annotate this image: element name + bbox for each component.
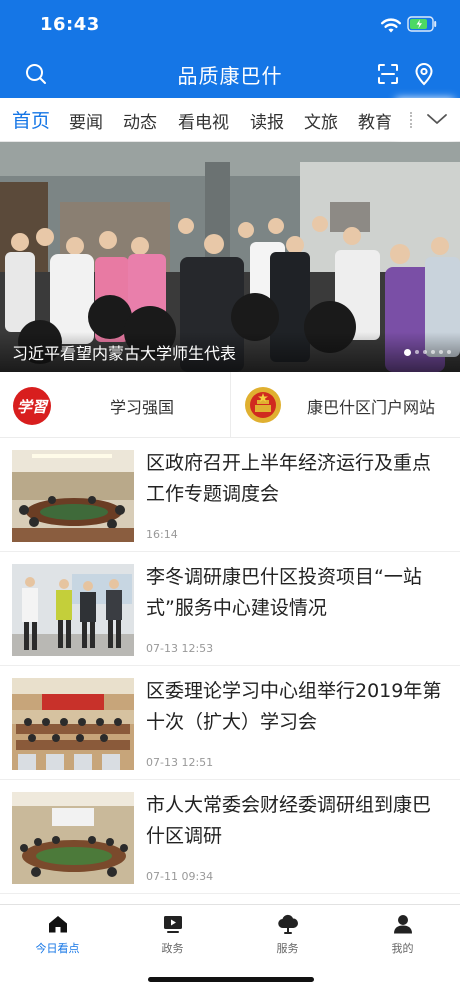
chevron-down-icon[interactable] — [424, 108, 450, 130]
home-icon — [48, 916, 67, 933]
news-list: 区政府召开上半年经济运行及重点工作专题调度会 16:14 李冬调研康巴什区投资项… — [0, 438, 460, 908]
tab-tv[interactable]: 看电视 — [178, 108, 229, 133]
carousel-dot[interactable] — [439, 350, 443, 354]
news-time: 16:14 — [146, 528, 178, 541]
news-thumbnail — [12, 792, 134, 884]
tabs-divider — [410, 112, 412, 128]
news-time: 07-13 12:51 — [146, 756, 214, 769]
banner-caption: 习近平看望内蒙古大学师生代表 — [12, 344, 237, 363]
tab-updates[interactable]: 动态 — [123, 108, 157, 133]
news-item[interactable]: 李冬调研康巴什区投资项目“一站式”服务中心建设情况 07-13 12:53 — [0, 552, 460, 666]
location-icon[interactable] — [412, 62, 436, 86]
news-title: 区委理论学习中心组举行2019年第十次（扩大）学习会 — [146, 680, 442, 733]
headline-banner[interactable]: 习近平看望内蒙古大学师生代表 — [0, 142, 460, 372]
status-time: 16:43 — [40, 14, 100, 35]
nav-label: 今日看点 — [35, 942, 80, 955]
home-indicator — [148, 977, 314, 982]
nav-government[interactable]: 政务 — [115, 911, 230, 961]
nav-services[interactable]: 服务 — [230, 911, 345, 961]
cloud-icon — [277, 914, 298, 934]
news-item[interactable]: 区委理论学习中心组举行2019年第十次（扩大）学习会 07-13 12:51 — [0, 666, 460, 780]
news-title: 市人大常委会财经委调研组到康巴什区调研 — [146, 794, 432, 847]
category-tabs: 首页 要闻 动态 看电视 读报 文旅 教育 — [0, 98, 460, 142]
carousel-dot[interactable] — [404, 349, 411, 356]
news-thumbnail — [12, 564, 134, 656]
news-time: 07-13 12:53 — [146, 642, 214, 655]
user-icon — [393, 915, 412, 934]
title-bar: 品质康巴什 — [0, 50, 460, 98]
battery-icon — [407, 16, 437, 32]
tv-icon — [163, 916, 182, 933]
news-item[interactable]: 区政府召开上半年经济运行及重点工作专题调度会 16:14 — [0, 438, 460, 552]
news-thumbnail — [12, 450, 134, 542]
xuexi-logo: 学習 — [13, 387, 51, 425]
news-title: 区政府召开上半年经济运行及重点工作专题调度会 — [146, 452, 432, 505]
shortcut-portal-website[interactable]: 康巴什区门户网站 — [230, 372, 460, 438]
carousel-dot[interactable] — [415, 350, 419, 354]
shortcut-xuexi-qiangguo[interactable]: 学習 学习强国 — [0, 372, 230, 438]
carousel-dots — [404, 349, 454, 356]
news-item[interactable]: 市人大常委会财经委调研组到康巴什区调研 07-11 09:34 — [0, 780, 460, 894]
nav-today[interactable]: 今日看点 — [0, 911, 115, 961]
carousel-dot[interactable] — [431, 350, 435, 354]
nav-label: 服务 — [276, 942, 299, 955]
news-time: 07-11 09:34 — [146, 870, 214, 883]
tab-newspaper[interactable]: 读报 — [250, 108, 284, 133]
status-bar: 16:43 — [0, 0, 460, 50]
tab-education[interactable]: 教育 — [358, 108, 392, 133]
app-header: 16:43 品质康巴什 — [0, 0, 460, 98]
nav-label: 政务 — [161, 942, 184, 955]
svg-text:学習: 学習 — [17, 398, 49, 416]
wifi-icon — [381, 18, 401, 33]
news-thumbnail — [12, 678, 134, 770]
nav-mine[interactable]: 我的 — [345, 911, 460, 961]
tab-home[interactable]: 首页 — [12, 106, 50, 133]
shortcut-label: 康巴什区门户网站 — [307, 398, 436, 417]
nav-label: 我的 — [391, 942, 414, 955]
tab-culture-tourism[interactable]: 文旅 — [304, 108, 338, 133]
shortcut-row: 学習 学习强国 康巴什区门户网站 — [0, 372, 460, 438]
carousel-dot[interactable] — [423, 350, 427, 354]
carousel-dot[interactable] — [447, 350, 451, 354]
tab-news[interactable]: 要闻 — [69, 108, 103, 133]
shortcut-label: 学习强国 — [110, 398, 175, 417]
scan-icon[interactable] — [376, 62, 400, 86]
national-emblem-icon — [245, 387, 281, 423]
bottom-nav: 今日看点 政务 服务 我的 — [0, 904, 460, 996]
news-title: 李冬调研康巴什区投资项目“一站式”服务中心建设情况 — [146, 566, 422, 619]
